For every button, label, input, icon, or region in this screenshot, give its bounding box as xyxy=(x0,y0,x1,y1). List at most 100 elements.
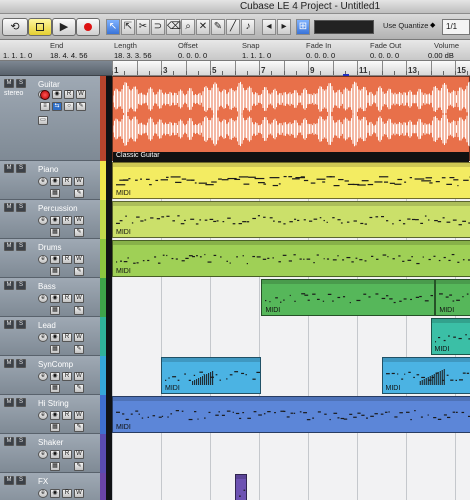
midi-event[interactable]: MIDI xyxy=(234,474,247,500)
timebase-button[interactable]: ⇆ xyxy=(52,102,62,111)
record-enable-button[interactable] xyxy=(40,90,50,100)
track-header-percussion[interactable]: M S Percussion e ◉ R W ▦ ✎ xyxy=(0,200,100,239)
draw-tool-icon[interactable]: ✎ xyxy=(211,19,225,35)
monitor-icon[interactable]: ◉ xyxy=(52,90,62,99)
read-button[interactable]: R xyxy=(62,216,72,225)
fade-out-value[interactable]: 0. 0. 0. 0 xyxy=(370,51,399,60)
edit-icon[interactable]: e xyxy=(38,450,48,459)
write-button[interactable]: W xyxy=(74,294,84,303)
snap-toggle-icon[interactable]: ⊞ xyxy=(296,19,310,35)
edit-pencil-icon[interactable]: ✎ xyxy=(76,102,86,111)
edit-icon[interactable]: e xyxy=(38,177,48,186)
solo-button[interactable]: S xyxy=(16,164,26,173)
write-button[interactable]: W xyxy=(74,489,84,498)
monitor-icon[interactable]: ◉ xyxy=(50,177,60,186)
keyboard-icon[interactable]: ▦ xyxy=(50,345,60,354)
snap-type-select[interactable] xyxy=(314,20,374,34)
edit-icon[interactable]: e xyxy=(38,255,48,264)
write-button[interactable]: W xyxy=(76,90,86,99)
keyboard-icon[interactable]: ▦ xyxy=(50,462,60,471)
monitor-icon[interactable]: ◉ xyxy=(50,216,60,225)
quantize-select[interactable]: 1/1 xyxy=(442,19,470,35)
edit-pencil-icon[interactable]: ✎ xyxy=(74,189,84,198)
write-button[interactable]: W xyxy=(74,216,84,225)
arrow-left-icon[interactable]: ◂ xyxy=(262,19,276,35)
edit-pencil-icon[interactable]: ✎ xyxy=(74,267,84,276)
read-button[interactable]: R xyxy=(62,372,72,381)
keyboard-icon[interactable]: ▦ xyxy=(50,423,60,432)
offset-value[interactable]: 0. 0. 0. 0 xyxy=(178,51,207,60)
volume-value[interactable]: 0.00 dB xyxy=(428,51,454,60)
track-header-shaker[interactable]: M S Shaker e ◉ R W ▦ ✎ xyxy=(0,434,100,473)
midi-event[interactable]: MIDI xyxy=(112,396,470,433)
snap-value-field[interactable]: 1. 1. 1. 0 xyxy=(242,51,271,60)
solo-button[interactable]: S xyxy=(16,281,26,290)
read-button[interactable]: R xyxy=(62,177,72,186)
mute-button[interactable]: M xyxy=(4,476,14,485)
mute-tool-icon[interactable]: ✕ xyxy=(196,19,210,35)
mute-button[interactable]: M xyxy=(4,437,14,446)
keyboard-icon[interactable]: ▦ xyxy=(50,189,60,198)
mute-button[interactable]: M xyxy=(4,281,14,290)
track-header-piano[interactable]: M S Piano e ◉ R W ▦ ✎ xyxy=(0,161,100,200)
track-header-syncomp[interactable]: M S SynComp e ◉ R W ▦ ✎ xyxy=(0,356,100,395)
fade-in-value[interactable]: 0. 0. 0. 0 xyxy=(306,51,335,60)
track-header-fx[interactable]: MSFXe◉RW▦✎ xyxy=(0,473,100,500)
stop-button[interactable] xyxy=(28,18,52,36)
track-header-drums[interactable]: M S Drums e ◉ R W ▦ ✎ xyxy=(0,239,100,278)
midi-event[interactable]: MIDI xyxy=(112,162,470,199)
midi-event[interactable]: MIDI xyxy=(161,357,262,394)
write-button[interactable]: W xyxy=(74,333,84,342)
keyboard-icon[interactable]: ▦ xyxy=(50,228,60,237)
edit-icon[interactable]: e xyxy=(38,489,48,498)
monitor-icon[interactable]: ◉ xyxy=(50,294,60,303)
edit-pencil-icon[interactable]: ✎ xyxy=(74,228,84,237)
midi-event[interactable]: MIDI xyxy=(381,357,470,394)
edit-pencil-icon[interactable]: ✎ xyxy=(74,423,84,432)
mute-button[interactable]: M xyxy=(4,359,14,368)
edit-icon[interactable]: e xyxy=(38,411,48,420)
keyboard-icon[interactable]: ▦ xyxy=(50,306,60,315)
mute-button[interactable]: M xyxy=(4,320,14,329)
monitor-icon[interactable]: ◉ xyxy=(50,372,60,381)
monitor-icon[interactable]: ◉ xyxy=(50,450,60,459)
mute-button[interactable]: M xyxy=(4,203,14,212)
play-tool-icon[interactable]: ♪ xyxy=(241,19,255,35)
split-tool-icon[interactable]: ✂ xyxy=(136,19,150,35)
monitor-icon[interactable]: ◉ xyxy=(50,333,60,342)
arrow-right-icon[interactable]: ▸ xyxy=(277,19,291,35)
monitor-icon[interactable]: ◉ xyxy=(50,255,60,264)
write-button[interactable]: W xyxy=(74,255,84,264)
edit-pencil-icon[interactable]: ✎ xyxy=(74,384,84,393)
midi-event[interactable]: MIDI xyxy=(435,279,470,316)
write-button[interactable]: W xyxy=(74,177,84,186)
edit-icon[interactable]: e xyxy=(38,294,48,303)
edit-icon[interactable]: e xyxy=(38,372,48,381)
play-button[interactable]: ▶ xyxy=(52,18,76,36)
midi-event[interactable]: MIDI xyxy=(430,318,470,355)
edit-icon[interactable]: e xyxy=(38,216,48,225)
midi-event[interactable]: MIDI xyxy=(112,201,470,238)
timeline-ruler[interactable]: 1 3 5 7 9 11 13 15 xyxy=(112,61,470,76)
expand-icon[interactable]: ▭ xyxy=(38,116,48,125)
edit-icon[interactable]: e xyxy=(38,333,48,342)
mute-button[interactable]: M xyxy=(4,242,14,251)
keyboard-icon[interactable]: ▦ xyxy=(50,267,60,276)
erase-tool-icon[interactable]: ⌫ xyxy=(166,19,181,35)
track-header-guitar[interactable]: MSGuitarstereoe◉RW≡⇆○✎▭ xyxy=(0,76,100,161)
edit-pencil-icon[interactable]: ✎ xyxy=(74,306,84,315)
track-header-lead[interactable]: M S Lead e ◉ R W ▦ ✎ xyxy=(0,317,100,356)
write-button[interactable]: W xyxy=(74,411,84,420)
read-button[interactable]: R xyxy=(62,450,72,459)
solo-button[interactable]: S xyxy=(16,398,26,407)
audio-event-guitar[interactable]: Classic Guitar xyxy=(112,76,470,162)
line-tool-icon[interactable]: ╱ xyxy=(226,19,240,35)
lock-icon[interactable]: ○ xyxy=(64,102,74,111)
track-header-hi-string[interactable]: M S Hi String e ◉ R W ▦ ✎ xyxy=(0,395,100,434)
object-select-tool-icon[interactable]: ↖ xyxy=(106,19,120,35)
glue-tool-icon[interactable]: ⊃ xyxy=(151,19,165,35)
read-button[interactable]: R xyxy=(62,294,72,303)
edit-pencil-icon[interactable]: ✎ xyxy=(74,345,84,354)
end-value[interactable]: 18. 4. 4. 56 xyxy=(50,51,88,60)
edit-pencil-icon[interactable]: ✎ xyxy=(74,462,84,471)
